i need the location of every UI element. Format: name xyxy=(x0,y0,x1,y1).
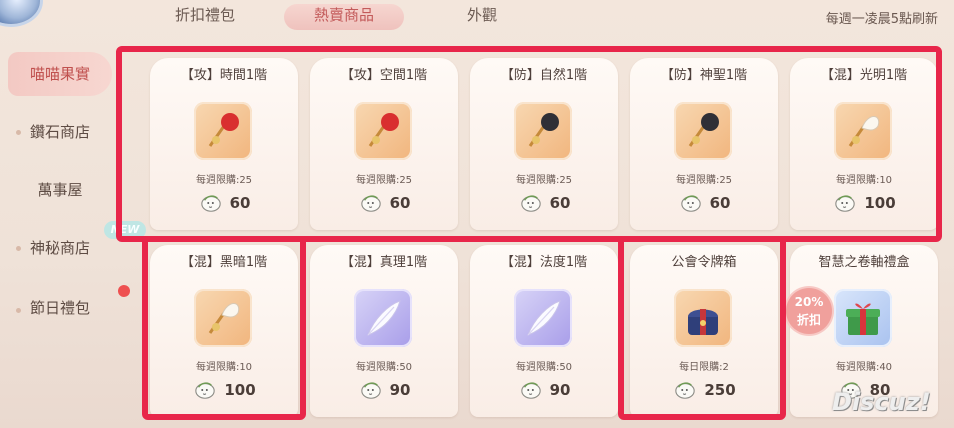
feather-black-icon xyxy=(514,102,572,160)
card-title: 【混】法度1階 xyxy=(500,255,588,270)
meow-coin-icon xyxy=(680,195,701,212)
quill-icon xyxy=(354,289,412,347)
refresh-notice: 每週一凌晨5點刷新 xyxy=(825,12,938,27)
discount-label: 折扣 xyxy=(796,313,821,327)
top-bar: 折扣禮包 熱賣商品 外觀 每週一凌晨5點刷新 xyxy=(0,0,954,32)
feather-red-icon xyxy=(354,102,412,160)
sidebar-item-mystery-shop[interactable]: 神秘商店 xyxy=(8,226,112,270)
purchase-limit: 每週限購:10 xyxy=(835,175,893,186)
tab-hot-items[interactable]: 熱賣商品 xyxy=(284,4,404,30)
sidebar-item-diamond-shop[interactable]: 鑽石商店 xyxy=(8,110,112,154)
purchase-limit: 每週限購:25 xyxy=(675,175,733,186)
card-title: 【攻】時間1階 xyxy=(180,68,268,83)
feather-white-icon xyxy=(194,289,252,347)
card-title: 【混】光明1階 xyxy=(820,68,908,83)
watermark: Discuz! xyxy=(832,388,931,416)
price-value: 60 xyxy=(389,194,411,212)
price-row: 60 xyxy=(470,192,618,220)
meow-coin-icon xyxy=(520,195,541,212)
purchase-limit: 每週限購:10 xyxy=(195,362,253,373)
token-chest-icon xyxy=(674,289,732,347)
purchase-limit: 每週限購:50 xyxy=(355,362,413,373)
price-value: 250 xyxy=(704,381,736,399)
gift-box-icon xyxy=(834,289,892,347)
price-row: 100 xyxy=(790,192,938,220)
price-value: 60 xyxy=(709,194,731,212)
shop-card[interactable]: 公會令牌箱 每日限購:2 250 xyxy=(630,245,778,417)
shop-card[interactable]: 【防】神聖1階 每週限購:25 60 xyxy=(630,58,778,230)
meow-coin-icon xyxy=(200,195,221,212)
card-title: 【防】自然1階 xyxy=(500,68,588,83)
notification-dot xyxy=(118,285,130,297)
tab-appearance[interactable]: 外觀 xyxy=(452,4,512,30)
discount-percent: 20% xyxy=(794,295,824,309)
shop-card[interactable]: 【混】光明1階 每週限購:10 100 xyxy=(790,58,938,230)
card-title: 【混】黑暗1階 xyxy=(180,255,268,270)
feather-white-icon xyxy=(834,102,892,160)
price-row: 90 xyxy=(470,379,618,407)
price-value: 60 xyxy=(549,194,571,212)
logo-orb-icon xyxy=(0,0,40,24)
discount-badge: 20% 折扣 xyxy=(786,288,832,334)
shop-card[interactable]: 【防】自然1階 每週限購:25 60 xyxy=(470,58,618,230)
shop-card[interactable]: 【混】真理1階 每週限購:50 90 xyxy=(310,245,458,417)
meow-coin-icon xyxy=(675,382,696,399)
price-value: 90 xyxy=(549,381,571,399)
feather-black-icon xyxy=(674,102,732,160)
meow-coin-icon xyxy=(835,195,856,212)
price-row: 60 xyxy=(630,192,778,220)
card-title: 智慧之卷軸禮盒 xyxy=(818,255,910,270)
card-title: 【防】神聖1階 xyxy=(660,68,748,83)
purchase-limit: 每週限購:25 xyxy=(515,175,573,186)
price-value: 90 xyxy=(389,381,411,399)
price-row: 100 xyxy=(150,379,298,407)
tab-discount-packs[interactable]: 折扣禮包 xyxy=(160,4,250,30)
shop-card[interactable]: 【攻】空間1階 每週限購:25 60 xyxy=(310,58,458,230)
purchase-limit: 每週限購:25 xyxy=(355,175,413,186)
price-value: 100 xyxy=(864,194,896,212)
shop-card[interactable]: 【混】法度1階 每週限購:50 90 xyxy=(470,245,618,417)
purchase-limit: 每週限購:50 xyxy=(515,362,573,373)
price-row: 60 xyxy=(310,192,458,220)
price-value: 100 xyxy=(224,381,256,399)
price-row: 60 xyxy=(150,192,298,220)
sidebar-item-general-store[interactable]: 萬事屋 xyxy=(8,168,112,212)
card-title: 【攻】空間1階 xyxy=(340,68,428,83)
card-title: 【混】真理1階 xyxy=(340,255,428,270)
shop-card[interactable]: 【攻】時間1階 每週限購:25 60 xyxy=(150,58,298,230)
price-row: 90 xyxy=(310,379,458,407)
purchase-limit: 每週限購:40 xyxy=(835,362,893,373)
meow-coin-icon xyxy=(195,382,216,399)
sidebar-item-meow-fruit[interactable]: 喵喵果實 xyxy=(8,52,112,96)
purchase-limit: 每日限購:2 xyxy=(679,362,729,373)
sidebar-item-festival-packs[interactable]: 節日禮包 xyxy=(8,286,112,330)
shop-card[interactable]: 【混】黑暗1階 每週限購:10 100 xyxy=(150,245,298,417)
price-value: 60 xyxy=(229,194,251,212)
purchase-limit: 每週限購:25 xyxy=(195,175,253,186)
new-badge: NEW xyxy=(104,221,146,239)
meow-coin-icon xyxy=(360,382,381,399)
feather-red-icon xyxy=(194,102,252,160)
price-row: 250 xyxy=(630,379,778,407)
card-title: 公會令牌箱 xyxy=(671,255,737,270)
quill-icon xyxy=(514,289,572,347)
meow-coin-icon xyxy=(360,195,381,212)
meow-coin-icon xyxy=(520,382,541,399)
